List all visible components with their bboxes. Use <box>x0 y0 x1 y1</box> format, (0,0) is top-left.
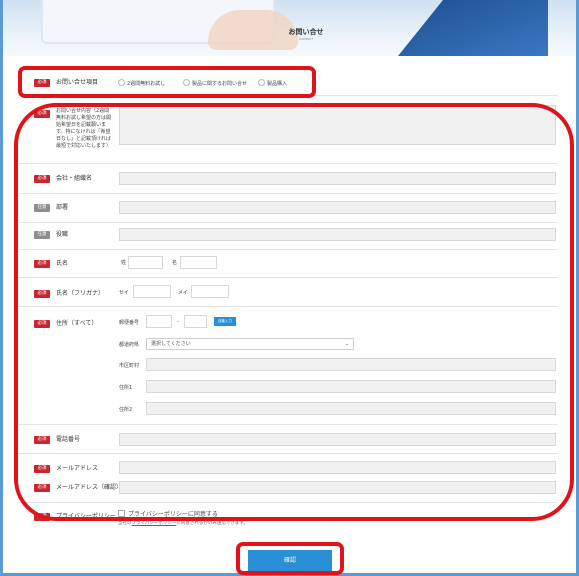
required-badge: 必須 <box>34 436 50 444</box>
required-badge: 必須 <box>34 110 50 118</box>
department-label: 部署 <box>56 204 69 211</box>
required-badge: 必須 <box>34 290 50 298</box>
required-badge: 必須 <box>34 320 50 328</box>
kana-sei-label: セイ <box>119 290 130 296</box>
zip-autofill-button[interactable]: 自動入力 <box>214 317 236 326</box>
email-confirm-input[interactable] <box>119 481 556 494</box>
address2-label: 住所2 <box>119 407 133 413</box>
name-mei-label: 名 <box>172 260 178 266</box>
prefecture-select[interactable]: 選択してください ⌄ <box>146 338 354 350</box>
phone-input[interactable] <box>119 433 556 446</box>
divider <box>18 306 558 307</box>
radio-product-inquiry[interactable]: 製品に関するお問い合せ <box>183 79 247 88</box>
divider <box>18 424 558 425</box>
postal-code-1-input[interactable] <box>146 315 172 328</box>
page-subtitle: CONTACT <box>298 37 314 41</box>
city-input[interactable] <box>146 358 556 371</box>
optional-badge: 任意 <box>34 204 50 212</box>
prefecture-select-value: 選択してください <box>151 341 191 347</box>
radio-free-trial[interactable]: 2週間無料お試し <box>118 79 165 88</box>
radio-icon <box>258 79 265 86</box>
email-input[interactable] <box>119 461 556 474</box>
address-label: 住所（すべて） <box>56 320 98 327</box>
name-label: 氏名 <box>56 260 69 267</box>
position-label: 役職 <box>56 231 69 238</box>
first-name-kana-input[interactable] <box>191 285 229 298</box>
name-sei-label: 姓 <box>121 260 127 266</box>
privacy-note-prefix: 当社の <box>118 521 132 526</box>
postal-code-2-input[interactable] <box>184 315 207 328</box>
divider <box>18 277 558 278</box>
first-name-input[interactable] <box>180 256 217 269</box>
kana-mei-label: メイ <box>178 290 189 296</box>
radio-icon <box>183 79 190 86</box>
confirm-button[interactable]: 確認 <box>248 550 332 572</box>
last-name-kana-input[interactable] <box>133 285 171 298</box>
hero-sleeve-image <box>398 0 548 56</box>
inquiry-content-label: お問い合せ内容（2週間無料お試し希望の方は開始希望日を記載願います。特になければ… <box>56 108 112 149</box>
phone-label: 電話番号 <box>56 436 81 443</box>
required-badge: 必須 <box>34 79 50 87</box>
checkbox-icon <box>118 510 125 517</box>
inquiry-type-label: お問い合せ項目 <box>56 79 99 86</box>
chevron-down-icon: ⌄ <box>344 341 349 347</box>
postal-dash: - <box>177 319 179 325</box>
postal-label: 郵便番号 <box>119 320 140 326</box>
privacy-policy-link[interactable]: プライバシーポリシー <box>132 521 177 526</box>
inquiry-content-textarea[interactable] <box>119 105 556 145</box>
divider <box>18 193 558 194</box>
position-input[interactable] <box>119 228 556 241</box>
radio-label: 製品に関するお問い合せ <box>192 81 248 87</box>
optional-badge: 任意 <box>34 231 50 239</box>
privacy-note-suffix: に同意されるかのみ送信できます。 <box>176 521 248 526</box>
privacy-note: 当社のプライバシーポリシーに同意されるかのみ送信できます。 <box>118 520 248 527</box>
radio-label: 2週間無料お試し <box>127 81 166 87</box>
required-badge: 必須 <box>34 484 50 492</box>
address2-input[interactable] <box>146 402 556 415</box>
radio-label: 製品購入 <box>267 81 288 87</box>
radio-icon <box>118 79 125 86</box>
last-name-input[interactable] <box>128 256 163 269</box>
address1-label: 住所1 <box>119 385 133 391</box>
required-badge: 必須 <box>34 465 50 473</box>
radio-purchase[interactable]: 製品購入 <box>258 79 287 88</box>
page-title: お問い合せ <box>288 28 324 36</box>
privacy-check-label: プライバシーポリシーに同意する <box>128 511 218 518</box>
email-label: メールアドレス <box>56 465 99 472</box>
required-badge: 必須 <box>34 513 50 521</box>
city-label: 市区町村 <box>119 363 140 369</box>
privacy-agree-checkbox[interactable]: プライバシーポリシーに同意する <box>118 510 218 519</box>
divider <box>18 502 558 503</box>
hero-banner: お問い合せ CONTACT <box>3 0 576 56</box>
prefecture-label: 都道府県 <box>119 342 140 348</box>
divider <box>18 163 558 164</box>
required-badge: 必須 <box>34 260 50 268</box>
email-confirm-label: メールアドレス（確認） <box>56 484 123 491</box>
address1-input[interactable] <box>146 380 556 393</box>
company-input[interactable] <box>119 172 556 185</box>
required-badge: 必須 <box>34 175 50 183</box>
privacy-label: プライバシーポリシー <box>56 513 116 520</box>
divider <box>18 249 558 250</box>
divider <box>18 453 558 454</box>
kana-label: 氏名（フリガナ） <box>56 290 105 297</box>
department-input[interactable] <box>119 201 556 214</box>
divider <box>18 222 558 223</box>
divider <box>18 95 558 96</box>
company-label: 会社・組織名 <box>56 175 93 182</box>
